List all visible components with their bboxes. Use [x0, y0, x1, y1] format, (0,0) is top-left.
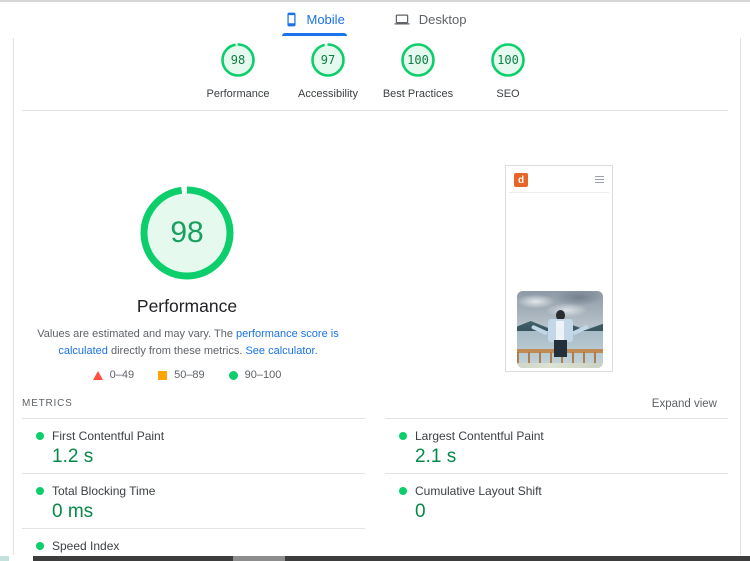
legend-average: 50–89 — [158, 369, 205, 381]
red-triangle-icon — [92, 370, 103, 380]
score-performance[interactable]: 98 Performance — [193, 42, 283, 100]
taskbar-edge-segment — [0, 556, 9, 561]
performance-title: Performance — [136, 296, 238, 316]
score-accessibility[interactable]: 97 Accessibility — [283, 42, 373, 100]
photo-person-pants — [553, 340, 567, 358]
metrics-heading: METRICS — [22, 398, 73, 409]
metric-value: 1.2 s — [52, 446, 94, 467]
legend-range: 90–100 — [244, 369, 282, 381]
score-label: Performance — [206, 88, 270, 100]
score-value: 100 — [497, 53, 519, 67]
see-calculator-link[interactable]: See calculator. — [245, 345, 317, 357]
legend-range: 0–49 — [109, 369, 135, 381]
taskbar-edge — [0, 555, 750, 561]
pagespeed-report: Mobile Desktop 98 Performance 97 Accessi… — [0, 0, 750, 561]
score-legend: 0–49 50–89 90–100 — [37, 369, 337, 381]
tab-mobile[interactable]: Mobile — [281, 8, 348, 36]
score-best-practices[interactable]: 100 Best Practices — [373, 42, 463, 100]
metric-cumulative-layout-shift: Cumulative Layout Shift 0 — [385, 473, 728, 528]
score-label: SEO — [496, 88, 520, 100]
smartphone-icon — [284, 12, 299, 27]
score-ring: 97 — [310, 42, 346, 78]
score-label: Best Practices — [382, 88, 454, 100]
tab-desktop[interactable]: Desktop — [391, 8, 469, 36]
green-dot-icon — [36, 542, 44, 550]
laptop-icon — [393, 12, 411, 27]
green-dot-icon — [36, 487, 44, 495]
score-ring: 100 — [400, 42, 436, 78]
window-left-border — [13, 38, 14, 555]
metric-first-contentful-paint: First Contentful Paint 1.2 s — [22, 418, 365, 473]
score-seo[interactable]: 100 SEO — [463, 42, 553, 100]
legend-fail: 0–49 — [92, 369, 135, 381]
score-value: 98 — [230, 53, 246, 67]
score-ring: 100 — [490, 42, 526, 78]
metric-name: Total Blocking Time — [52, 484, 156, 498]
metric-value: 0 — [415, 501, 426, 522]
expand-view-toggle[interactable]: Expand view — [652, 398, 717, 410]
score-label: Accessibility — [298, 88, 358, 100]
green-circle-icon — [228, 370, 238, 380]
disclaimer-text: Values are estimated and may vary. The — [37, 328, 236, 340]
tab-desktop-label: Desktop — [418, 12, 467, 27]
metric-total-blocking-time: Total Blocking Time 0 ms — [22, 473, 365, 528]
metric-largest-contentful-paint: Largest Contentful Paint 2.1 s — [385, 418, 728, 473]
hero-photo — [517, 291, 603, 368]
disclaimer-text: directly from these metrics. — [107, 344, 246, 357]
performance-gauge-value: 98 — [170, 216, 204, 249]
divider — [509, 192, 609, 193]
window-right-border — [740, 38, 741, 555]
metric-name: Cumulative Layout Shift — [415, 484, 542, 498]
divider — [22, 110, 728, 111]
green-dot-icon — [399, 432, 407, 440]
score-disclaimer: Values are estimated and may vary. The p… — [30, 326, 346, 359]
taskbar-edge-segment — [33, 556, 750, 561]
green-dot-icon — [36, 432, 44, 440]
score-value: 100 — [407, 53, 429, 67]
metric-value: 0 ms — [52, 501, 94, 522]
site-logo: d — [514, 173, 528, 187]
metric-name: Speed Index — [52, 539, 120, 553]
green-dot-icon — [399, 487, 407, 495]
metric-value: 2.1 s — [415, 446, 457, 467]
score-ring: 98 — [220, 42, 256, 78]
legend-pass: 90–100 — [228, 369, 282, 381]
score-value: 97 — [320, 53, 336, 67]
device-tabbar: Mobile Desktop — [0, 2, 750, 36]
performance-gauge[interactable]: 98 — [140, 186, 234, 280]
tab-mobile-label: Mobile — [306, 12, 345, 27]
page-screenshot-thumbnail: d — [505, 165, 613, 372]
legend-range: 50–89 — [174, 369, 205, 381]
metric-name: Largest Contentful Paint — [415, 429, 544, 443]
orange-square-icon — [158, 370, 168, 380]
photo-person-shirt — [547, 319, 573, 343]
taskbar-edge-segment — [233, 556, 285, 561]
hamburger-menu-icon — [595, 176, 604, 185]
photo-shore — [517, 362, 603, 368]
metric-name: First Contentful Paint — [52, 429, 165, 443]
